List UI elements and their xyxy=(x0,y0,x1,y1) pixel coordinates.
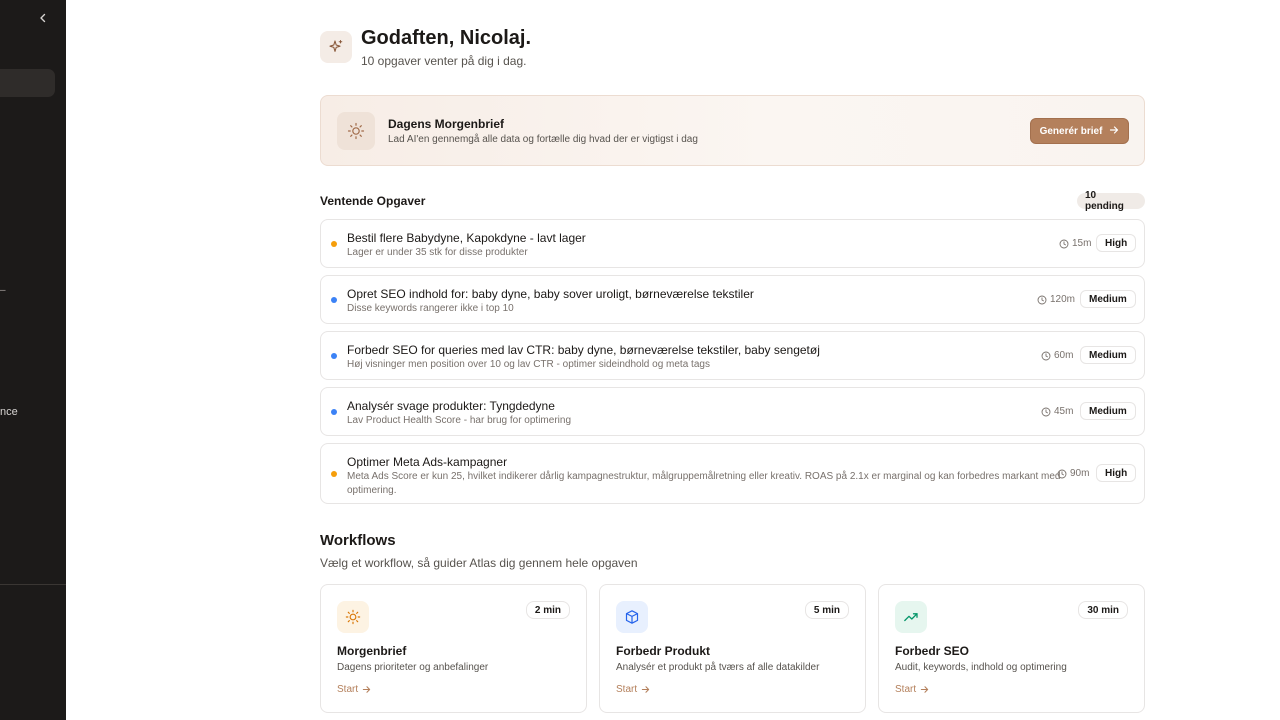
clock-icon xyxy=(1041,407,1051,416)
page-title: Godaften, Nicolaj. xyxy=(361,27,532,49)
task-time-value: 15m xyxy=(1072,238,1092,249)
priority-badge: Medium xyxy=(1080,402,1136,420)
workflow-duration-badge: 2 min xyxy=(525,601,570,619)
pending-count-badge: 10 pending xyxy=(1077,190,1145,212)
task-time: 60m xyxy=(1041,350,1073,361)
trending-up-icon xyxy=(895,601,927,633)
generate-brief-label: Generér brief xyxy=(1039,125,1103,137)
sidebar-item-partial[interactable]: – xyxy=(0,285,6,296)
task-subtitle: Lav Product Health Score - har brug for … xyxy=(347,415,571,426)
clock-icon xyxy=(1041,351,1051,360)
sidebar-item-active[interactable] xyxy=(0,69,55,97)
priority-dot xyxy=(331,471,337,477)
morning-brief-banner: Dagens Morgenbrief Lad AI'en gennemgå al… xyxy=(320,95,1145,166)
arrow-right-icon xyxy=(362,686,371,693)
task-time: 90m xyxy=(1057,468,1089,479)
task-item[interactable]: Bestil flere Babydyne, Kapokdyne - lavt … xyxy=(320,219,1145,268)
workflow-start-label: Start xyxy=(337,684,359,695)
pending-tasks-title: Ventende Opgaver xyxy=(320,194,426,208)
task-title: Forbedr SEO for queries med lav CTR: bab… xyxy=(347,343,820,357)
workflow-duration-badge: 30 min xyxy=(1078,601,1128,619)
task-subtitle: Disse keywords rangerer ikke i top 10 xyxy=(347,303,514,314)
task-time-value: 90m xyxy=(1070,468,1090,479)
workflow-subtitle: Analysér et produkt på tværs af alle dat… xyxy=(616,662,820,673)
priority-badge: High xyxy=(1096,464,1137,482)
task-subtitle: Meta Ads Score er kun 25, hvilket indike… xyxy=(347,471,1061,496)
task-title: Optimer Meta Ads-kampagner xyxy=(347,455,508,469)
workflow-subtitle: Audit, keywords, indhold og optimering xyxy=(895,662,1067,673)
task-item[interactable]: Analysér svage produkter: Tyngdedyne Lav… xyxy=(320,387,1145,436)
workflow-start-label: Start xyxy=(616,684,638,695)
chevron-left-icon[interactable] xyxy=(34,9,52,27)
workflow-card-morgenbrief[interactable]: 2 min Morgenbrief Dagens prioriteter og … xyxy=(320,584,587,713)
brief-subtitle: Lad AI'en gennemgå alle data og fortælle… xyxy=(388,134,698,145)
workflows-title: Workflows xyxy=(320,532,396,549)
task-item[interactable]: Optimer Meta Ads-kampagner Meta Ads Scor… xyxy=(320,443,1145,504)
task-time-value: 60m xyxy=(1054,350,1074,361)
clock-icon xyxy=(1057,469,1067,478)
task-time: 45m xyxy=(1041,406,1073,417)
priority-dot xyxy=(331,241,337,247)
sidebar: – nce xyxy=(0,0,66,720)
sun-icon xyxy=(337,112,375,150)
arrow-right-icon xyxy=(920,686,929,693)
arrow-right-icon xyxy=(1109,125,1119,138)
workflow-subtitle: Dagens prioriteter og anbefalinger xyxy=(337,662,489,673)
task-subtitle: Høj visninger men position over 10 og la… xyxy=(347,359,710,370)
task-title: Analysér svage produkter: Tyngdedyne xyxy=(347,399,555,413)
clock-icon xyxy=(1059,239,1069,248)
task-subtitle: Lager er under 35 stk for disse produkte… xyxy=(347,247,528,258)
clock-icon xyxy=(1037,295,1047,304)
workflow-title: Forbedr Produkt xyxy=(616,644,711,658)
workflow-start-link[interactable]: Start xyxy=(895,684,929,695)
task-title: Opret SEO indhold for: baby dyne, baby s… xyxy=(347,287,754,301)
workflows-subtitle: Vælg et workflow, så guider Atlas dig ge… xyxy=(320,556,638,570)
task-item[interactable]: Opret SEO indhold for: baby dyne, baby s… xyxy=(320,275,1145,324)
workflow-start-link[interactable]: Start xyxy=(616,684,650,695)
workflow-start-link[interactable]: Start xyxy=(337,684,371,695)
workflow-duration-badge: 5 min xyxy=(804,601,849,619)
priority-dot xyxy=(331,297,337,303)
page-subtitle: 10 opgaver venter på dig i dag. xyxy=(361,54,527,68)
priority-dot xyxy=(331,409,337,415)
priority-dot xyxy=(331,353,337,359)
task-title: Bestil flere Babydyne, Kapokdyne - lavt … xyxy=(347,231,586,245)
workflow-start-label: Start xyxy=(895,684,917,695)
arrow-right-icon xyxy=(641,686,650,693)
task-item[interactable]: Forbedr SEO for queries med lav CTR: bab… xyxy=(320,331,1145,380)
brief-title: Dagens Morgenbrief xyxy=(388,117,505,131)
task-time-value: 45m xyxy=(1054,406,1074,417)
workflow-card-forbedr-produkt[interactable]: 5 min Forbedr Produkt Analysér et produk… xyxy=(599,584,866,713)
generate-brief-button[interactable]: Generér brief xyxy=(1030,118,1129,144)
priority-badge: Medium xyxy=(1080,346,1136,364)
box-icon xyxy=(616,601,648,633)
task-time-value: 120m xyxy=(1050,294,1076,305)
sidebar-divider xyxy=(0,584,66,585)
sidebar-item-label-partial[interactable]: nce xyxy=(0,406,18,418)
workflow-title: Morgenbrief xyxy=(337,644,407,658)
workflow-title: Forbedr SEO xyxy=(895,644,970,658)
task-time: 120m xyxy=(1037,294,1075,305)
priority-badge: Medium xyxy=(1080,290,1136,308)
workflow-card-forbedr-seo[interactable]: 30 min Forbedr SEO Audit, keywords, indh… xyxy=(878,584,1145,713)
task-time: 15m xyxy=(1059,238,1091,249)
sparkles-icon xyxy=(320,31,352,63)
sun-icon xyxy=(337,601,369,633)
priority-badge: High xyxy=(1096,234,1137,252)
